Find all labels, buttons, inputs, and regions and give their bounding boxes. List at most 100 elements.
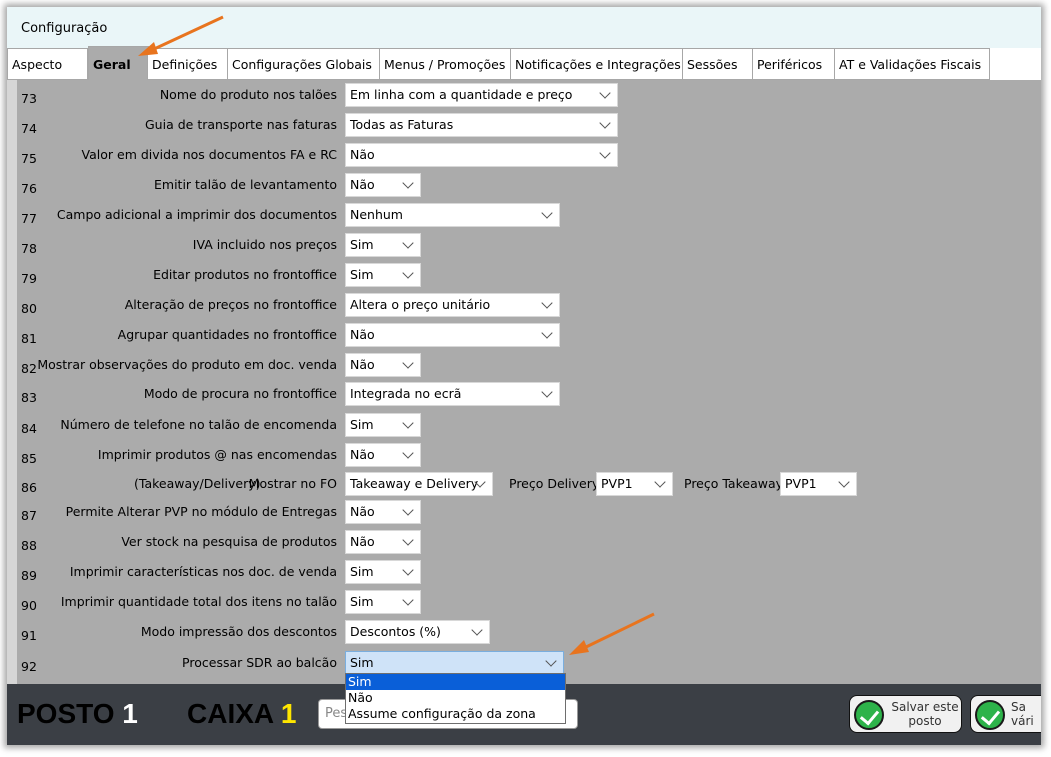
setting-select[interactable]: Não: [345, 323, 560, 347]
setting-select[interactable]: Não: [345, 173, 421, 197]
tab-at-validacoes-fiscais[interactable]: AT e Validações Fiscais: [834, 48, 990, 80]
tab-aspecto[interactable]: Aspecto: [7, 48, 88, 80]
window-title: Configuração: [21, 21, 108, 36]
setting-select-value: Sim: [350, 417, 374, 432]
setting-extra-select[interactable]: PVP1: [596, 472, 673, 496]
chevron-down-icon: [402, 564, 414, 576]
setting-select[interactable]: Todas as Faturas: [345, 113, 618, 137]
dropdown-option-zona[interactable]: Assume configuração da zona: [346, 706, 565, 722]
setting-number: 82: [21, 361, 37, 376]
tab-notificacoes-integracoes[interactable]: Notificações e Integrações: [510, 48, 683, 80]
chevron-down-icon: [471, 624, 483, 636]
setting-select[interactable]: Takeaway e Delivery: [345, 472, 493, 496]
setting-label: Alteração de preços no frontoffice: [124, 297, 337, 312]
setting-number: 90: [21, 598, 37, 613]
tab-perifericos[interactable]: Periféricos: [752, 48, 835, 80]
chevron-down-icon: [541, 297, 553, 309]
setting-number: 84: [21, 421, 37, 436]
setting-number: 79: [21, 271, 37, 286]
setting-select-value: Sim: [350, 237, 374, 252]
dropdown-option-nao[interactable]: Não: [346, 690, 565, 706]
caixa-label: CAIXA: [187, 698, 274, 729]
setting-select-value: Altera o preço unitário: [350, 297, 491, 312]
setting-label: Imprimir quantidade total dos itens no t…: [60, 594, 337, 609]
setting-select[interactable]: Sim: [345, 560, 421, 584]
setting-label: Campo adicional a imprimir dos documento…: [56, 207, 337, 222]
tab-menus-promocoes[interactable]: Menus / Promoções: [379, 48, 511, 80]
setting-label: Guia de transporte nas faturas: [145, 117, 337, 132]
chevron-down-icon: [402, 447, 414, 459]
tab-sessoes[interactable]: Sessões: [682, 48, 753, 80]
setting-select-value: Não: [350, 447, 375, 462]
chevron-down-icon: [838, 476, 850, 488]
setting-select[interactable]: Em linha com a quantidade e preço: [345, 83, 618, 107]
setting-number: 75: [21, 151, 37, 166]
setting-select-value: Todas as Faturas: [350, 117, 454, 132]
posto-indicator: POSTO 1: [17, 698, 138, 730]
setting-select-value: Takeaway e Delivery: [350, 476, 479, 491]
setting-select[interactable]: Não: [345, 143, 618, 167]
setting-label: Permite Alterar PVP no módulo de Entrega…: [65, 504, 337, 519]
setting-select-value: Não: [350, 357, 375, 372]
chevron-down-icon: [402, 417, 414, 429]
check-icon: [854, 700, 884, 730]
setting-number: 81: [21, 331, 37, 346]
setting-select[interactable]: Integrada no ecrã: [345, 382, 560, 406]
tab-configuracoes-globais[interactable]: Configurações Globais: [227, 48, 380, 80]
setting-select[interactable]: Sim: [345, 233, 421, 257]
save-posto-button[interactable]: Salvar este posto: [849, 695, 962, 733]
chevron-down-icon: [654, 476, 666, 488]
setting-select[interactable]: Sim: [345, 651, 564, 675]
setting-select[interactable]: Não: [345, 500, 421, 524]
chevron-down-icon: [545, 655, 557, 667]
caixa-indicator: CAIXA 1: [187, 698, 296, 730]
setting-label: Modo de procura no frontoffice: [143, 386, 337, 401]
setting-select[interactable]: Sim: [345, 263, 421, 287]
setting-extra-label: Preço Takeaway: [684, 476, 784, 491]
setting-select[interactable]: Não: [345, 443, 421, 467]
setting-select[interactable]: Sim: [345, 413, 421, 437]
setting-label: Emitir talão de levantamento: [154, 177, 337, 192]
setting-label: Mostrar observações do produto em doc. v…: [37, 357, 337, 372]
setting-select-value: Sim: [350, 655, 374, 670]
setting-select-value: Não: [350, 504, 375, 519]
setting-select-value: Descontos (%): [350, 624, 441, 639]
setting-number: 73: [21, 91, 37, 106]
setting-select[interactable]: Não: [345, 353, 421, 377]
setting-extra-label: Preço Delivery: [509, 476, 600, 491]
annotation-arrow-tab: [138, 15, 224, 56]
setting-number: 85: [21, 451, 37, 466]
dropdown-option-sim[interactable]: Sim: [346, 674, 565, 690]
chevron-down-icon: [402, 177, 414, 189]
setting-label: Ver stock na pesquisa de produtos: [121, 534, 337, 549]
left-strip: [7, 80, 17, 684]
setting-select[interactable]: Sim: [345, 590, 421, 614]
setting-select[interactable]: Nenhum: [345, 203, 560, 227]
chevron-down-icon: [402, 504, 414, 516]
setting-number: 76: [21, 181, 37, 196]
setting-extra-select-value: PVP1: [785, 476, 817, 491]
setting-label: Imprimir características nos doc. de ven…: [69, 564, 337, 579]
setting-select[interactable]: Altera o preço unitário: [345, 293, 560, 317]
setting-label: Valor em divida nos documentos FA e RC: [81, 147, 337, 162]
setting-select[interactable]: Não: [345, 530, 421, 554]
setting-label: Imprimir produtos @ nas encomendas: [97, 447, 337, 462]
setting-number: 92: [21, 659, 37, 674]
save-varios-button[interactable]: Sa vári: [970, 695, 1041, 733]
setting-extra-select[interactable]: PVP1: [780, 472, 857, 496]
setting-select-value: Sim: [350, 564, 374, 579]
setting-number: 89: [21, 568, 37, 583]
setting-number: 86: [21, 480, 37, 495]
setting-select-value: Integrada no ecrã: [350, 386, 462, 401]
chevron-down-icon: [541, 327, 553, 339]
sdr-dropdown-list[interactable]: Sim Não Assume configuração da zona: [345, 673, 566, 724]
chevron-down-icon: [402, 237, 414, 249]
setting-label: IVA incluido nos preços: [192, 237, 337, 252]
setting-select[interactable]: Descontos (%): [345, 620, 490, 644]
setting-select-value: Sim: [350, 594, 374, 609]
setting-label: Número de telefone no talão de encomenda: [60, 417, 337, 432]
setting-extra-select-value: PVP1: [601, 476, 633, 491]
chevron-down-icon: [402, 594, 414, 606]
setting-label: Processar SDR ao balcão: [182, 655, 337, 670]
setting-number: 78: [21, 241, 37, 256]
